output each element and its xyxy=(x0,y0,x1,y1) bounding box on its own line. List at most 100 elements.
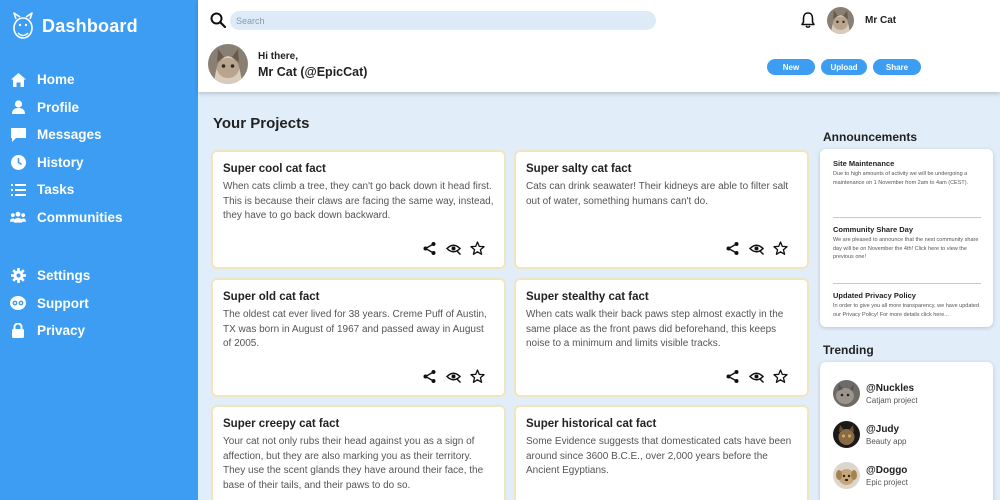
dog-avatar-icon xyxy=(833,462,860,489)
project-card-title: Super historical cat fact xyxy=(526,418,657,430)
trending-name: @Judy xyxy=(866,423,900,435)
greeting-text: Hi there, xyxy=(258,51,299,62)
star-icon[interactable] xyxy=(470,369,485,384)
project-card[interactable]: Super historical cat fact Some Evidence s… xyxy=(514,405,809,500)
announcement-item[interactable]: Updated Privacy Policy In order to give … xyxy=(833,291,981,350)
share-icon[interactable] xyxy=(725,369,740,384)
watch-icon[interactable] xyxy=(748,369,765,384)
card-actions xyxy=(422,369,485,384)
support-icon xyxy=(10,295,26,311)
profile-avatar xyxy=(208,44,248,84)
trending-panel: @Nuckles Catjam project @Judy Beauty app… xyxy=(820,362,993,500)
user-name[interactable]: Mr Cat xyxy=(865,15,896,26)
project-card-text: The oldest cat ever lived for 38 years. … xyxy=(223,309,487,349)
nav-label-settings: Settings xyxy=(37,268,91,284)
brand[interactable]: Dashboard xyxy=(0,0,198,52)
search-icon[interactable] xyxy=(210,12,226,28)
project-card[interactable]: Super stealthy cat fact When cats walk th… xyxy=(514,278,809,397)
project-card-text: Your cat not only rubs their head agains… xyxy=(223,436,484,491)
trending-item[interactable]: @Doggo Epic project xyxy=(833,455,993,496)
share-icon[interactable] xyxy=(422,241,437,256)
project-card[interactable]: Super old cat fact The oldest cat ever li… xyxy=(211,278,506,397)
nav-item-history[interactable]: History xyxy=(0,149,198,177)
project-card[interactable]: Super creepy cat fact Your cat not only r… xyxy=(211,405,506,500)
watch-icon[interactable] xyxy=(748,241,765,256)
avatar[interactable] xyxy=(827,7,854,34)
trending-project: Beauty app xyxy=(866,436,907,446)
chat-icon xyxy=(10,127,26,143)
card-actions xyxy=(725,369,788,384)
bell-icon[interactable] xyxy=(799,11,817,29)
project-card-text: Cats can drink seawater! Their kidneys a… xyxy=(526,181,789,207)
new-button[interactable]: New xyxy=(767,59,815,75)
trending-name: @Doggo xyxy=(866,464,908,476)
nav-item-messages[interactable]: Messages xyxy=(0,121,198,149)
search-input[interactable] xyxy=(230,11,656,30)
project-card[interactable]: Super cool cat fact When cats climb a tre… xyxy=(211,150,506,269)
trending-item[interactable]: @Judy Beauty app xyxy=(833,414,993,455)
nav-label-home: Home xyxy=(37,72,75,88)
list-icon xyxy=(10,182,26,198)
card-actions xyxy=(725,241,788,256)
star-icon[interactable] xyxy=(773,241,788,256)
project-card-title: Super stealthy cat fact xyxy=(526,291,649,303)
upload-button[interactable]: Upload xyxy=(821,59,867,75)
trending-item[interactable]: @Nuckles Catjam project xyxy=(833,373,993,414)
group-icon xyxy=(10,209,26,225)
nav-label-profile: Profile xyxy=(37,99,80,115)
top-header: Mr Cat Hi there, Mr Cat (@EpicCat) New U… xyxy=(198,0,1000,92)
cat-avatar-icon xyxy=(208,44,248,84)
announcement-title: Updated Privacy Policy xyxy=(833,291,916,300)
star-icon[interactable] xyxy=(773,369,788,384)
announcement-title: Community Share Day xyxy=(833,225,914,234)
project-card-text: Some Evidence suggests that domesticated… xyxy=(526,436,792,476)
main-nav: Home Profile Messages History Tasks Comm… xyxy=(0,66,198,231)
trending-avatar xyxy=(833,380,860,407)
watch-icon[interactable] xyxy=(445,241,462,256)
nav-label-communities: Communities xyxy=(37,209,123,225)
share-icon[interactable] xyxy=(422,369,437,384)
announcement-title: Site Maintenance xyxy=(833,159,895,168)
project-card-title: Super creepy cat fact xyxy=(223,418,340,430)
nav-label-messages: Messages xyxy=(37,127,102,143)
cat-logo-icon xyxy=(13,12,33,39)
nav-item-home[interactable]: Home xyxy=(0,66,198,94)
announcement-body: Due to high amounts of activity we will … xyxy=(833,171,969,186)
nav-label-support: Support xyxy=(37,295,89,311)
cat-avatar-icon xyxy=(833,380,860,407)
nav-label-tasks: Tasks xyxy=(37,182,75,198)
sidebar: Dashboard Home Profile Messages History … xyxy=(0,0,198,500)
announcement-item[interactable]: Community Share Day We are pleased to an… xyxy=(833,225,981,284)
card-actions xyxy=(422,241,485,256)
nav-item-privacy[interactable]: Privacy xyxy=(0,317,198,345)
clock-icon xyxy=(10,154,26,170)
star-icon[interactable] xyxy=(470,241,485,256)
share-icon[interactable] xyxy=(725,241,740,256)
trending-project: Catjam project xyxy=(866,395,918,405)
project-card-text: When cats walk their back paws step almo… xyxy=(526,309,784,349)
brand-title: Dashboard xyxy=(42,15,138,36)
announcement-body: In order to give you all more transparen… xyxy=(833,303,980,318)
nav-item-communities[interactable]: Communities xyxy=(0,204,198,232)
project-card-title: Super cool cat fact xyxy=(223,163,326,175)
project-card-title: Super old cat fact xyxy=(223,291,320,303)
trending-avatar xyxy=(833,421,860,448)
announcement-item[interactable]: Site Maintenance Due to high amounts of … xyxy=(833,159,981,218)
announcements-panel: Site Maintenance Due to high amounts of … xyxy=(820,149,993,327)
share-button[interactable]: Share xyxy=(873,59,921,75)
nav-item-settings[interactable]: Settings xyxy=(0,262,198,290)
cat-avatar-icon xyxy=(833,421,860,448)
home-icon xyxy=(10,72,26,88)
profile-name: Mr Cat (@EpicCat) xyxy=(258,65,368,79)
project-card-title: Super salty cat fact xyxy=(526,163,632,175)
nav-item-tasks[interactable]: Tasks xyxy=(0,176,198,204)
trending-name: @Nuckles xyxy=(866,382,915,394)
nav-item-support[interactable]: Support xyxy=(0,290,198,318)
project-card[interactable]: Super salty cat fact Cats can drink seawa… xyxy=(514,150,809,269)
watch-icon[interactable] xyxy=(445,369,462,384)
nav-label-history: History xyxy=(37,154,84,170)
nav-item-profile[interactable]: Profile xyxy=(0,94,198,122)
trending-project: Epic project xyxy=(866,477,908,487)
announcements-title: Announcements xyxy=(823,130,918,144)
project-card-text: When cats climb a tree, they can't go ba… xyxy=(223,181,494,221)
